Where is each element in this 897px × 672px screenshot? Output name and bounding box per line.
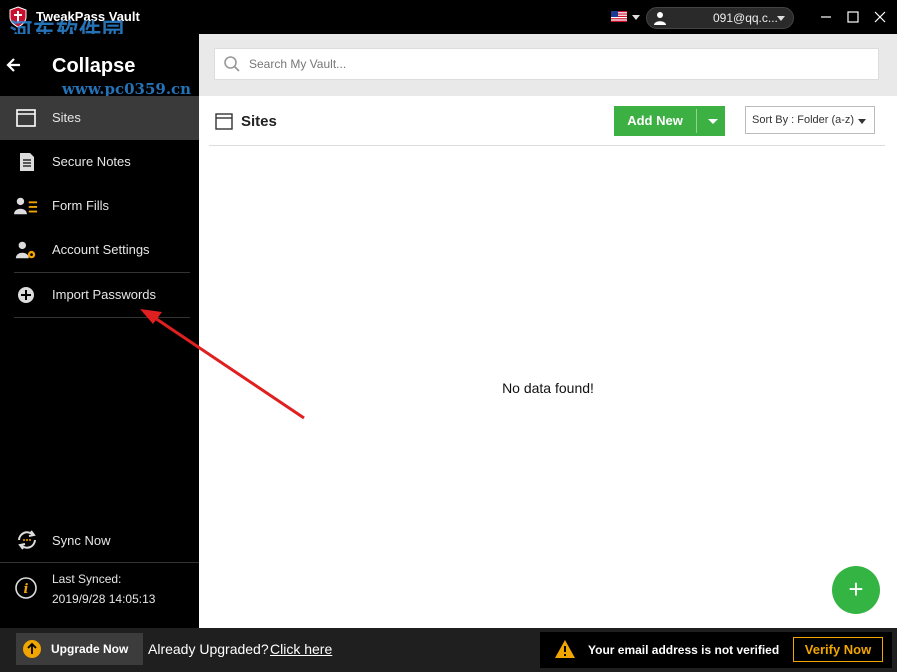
sort-dropdown[interactable]: Sort By : Folder (a-z) bbox=[745, 106, 875, 134]
sync-now-label: Sync Now bbox=[52, 533, 111, 548]
sync-now-button[interactable]: Sync Now bbox=[0, 522, 199, 558]
svg-text:i: i bbox=[24, 582, 29, 597]
already-upgraded-text: Already Upgraded? bbox=[148, 641, 269, 657]
user-form-icon bbox=[14, 197, 38, 215]
collapse-button[interactable]: Collapse bbox=[52, 55, 135, 78]
divider bbox=[0, 562, 199, 563]
last-synced-label: Last Synced: bbox=[52, 572, 122, 586]
info-icon: i bbox=[15, 577, 37, 599]
user-icon bbox=[654, 12, 666, 25]
last-synced: i Last Synced: 2019/9/28 14:05:13 bbox=[0, 562, 199, 622]
empty-state-message: No data found! bbox=[502, 380, 594, 396]
close-icon[interactable] bbox=[870, 8, 890, 26]
verify-now-button[interactable]: Verify Now bbox=[793, 637, 883, 662]
sidebar-item-label: Sites bbox=[52, 110, 81, 125]
email-verification-notice: Your email address is not verified Verif… bbox=[540, 632, 892, 668]
search-box[interactable] bbox=[214, 48, 879, 80]
sidebar-item-label: Secure Notes bbox=[52, 154, 131, 169]
sidebar-item-import-passwords[interactable]: Import Passwords bbox=[0, 273, 199, 317]
browser-window-icon bbox=[16, 109, 36, 127]
plus-icon: + bbox=[848, 574, 864, 604]
sort-label: Sort By : Folder (a-z) bbox=[752, 114, 855, 126]
sidebar-item-sites[interactable]: Sites bbox=[0, 96, 199, 140]
chevron-down-icon[interactable] bbox=[708, 119, 718, 124]
warning-icon bbox=[555, 640, 575, 658]
sidebar-item-secure-notes[interactable]: Secure Notes bbox=[0, 140, 199, 184]
search-input[interactable] bbox=[249, 53, 849, 75]
sidebar-item-label: Import Passwords bbox=[52, 287, 157, 302]
sidebar-item-account-settings[interactable]: Account Settings bbox=[0, 228, 199, 272]
title-bar: TweakPass Vault 河东软件园 091@qq.c... bbox=[0, 0, 897, 45]
arrow-up-circle-icon bbox=[23, 640, 41, 658]
minimize-icon[interactable] bbox=[816, 8, 836, 26]
chevron-down-icon[interactable] bbox=[632, 15, 640, 20]
note-icon bbox=[20, 153, 34, 171]
main-panel: Sites Add New Sort By : Folder (a-z) No … bbox=[199, 34, 897, 628]
arrow-left-icon[interactable] bbox=[6, 56, 22, 74]
sidebar: www.pc0359.cn Collapse Sites Secure Note… bbox=[0, 34, 199, 628]
us-flag-icon[interactable] bbox=[611, 11, 627, 22]
search-icon bbox=[224, 56, 240, 72]
footer-bar: Upgrade Now Already Upgraded? Click here… bbox=[0, 628, 897, 672]
click-here-link[interactable]: Click here bbox=[270, 641, 332, 657]
chevron-down-icon bbox=[777, 16, 785, 21]
chevron-down-icon bbox=[858, 119, 866, 124]
sidebar-item-label: Form Fills bbox=[52, 198, 110, 213]
search-bar bbox=[199, 34, 897, 96]
page-title: Sites bbox=[241, 113, 277, 130]
divider bbox=[696, 109, 697, 133]
browser-window-icon bbox=[215, 113, 233, 130]
user-gear-icon bbox=[15, 241, 36, 259]
account-menu[interactable]: 091@qq.c... bbox=[646, 7, 794, 29]
sync-icon bbox=[18, 530, 36, 550]
plus-circle-icon bbox=[18, 287, 34, 303]
notice-text: Your email address is not verified bbox=[588, 643, 780, 657]
verify-now-label: Verify Now bbox=[804, 642, 872, 657]
add-new-label: Add New bbox=[627, 113, 683, 128]
section-header: Sites Add New Sort By : Folder (a-z) bbox=[209, 96, 885, 146]
divider bbox=[14, 317, 190, 318]
add-item-fab-button[interactable]: + bbox=[832, 566, 880, 614]
sidebar-item-form-fills[interactable]: Form Fills bbox=[0, 184, 199, 228]
sidebar-item-label: Account Settings bbox=[52, 242, 150, 257]
maximize-icon[interactable] bbox=[843, 8, 863, 26]
add-new-button[interactable]: Add New bbox=[614, 106, 725, 136]
last-synced-value: 2019/9/28 14:05:13 bbox=[52, 592, 156, 606]
upgrade-now-button[interactable]: Upgrade Now bbox=[16, 633, 143, 665]
account-email: 091@qq.c... bbox=[713, 11, 778, 25]
upgrade-now-label: Upgrade Now bbox=[51, 642, 129, 656]
